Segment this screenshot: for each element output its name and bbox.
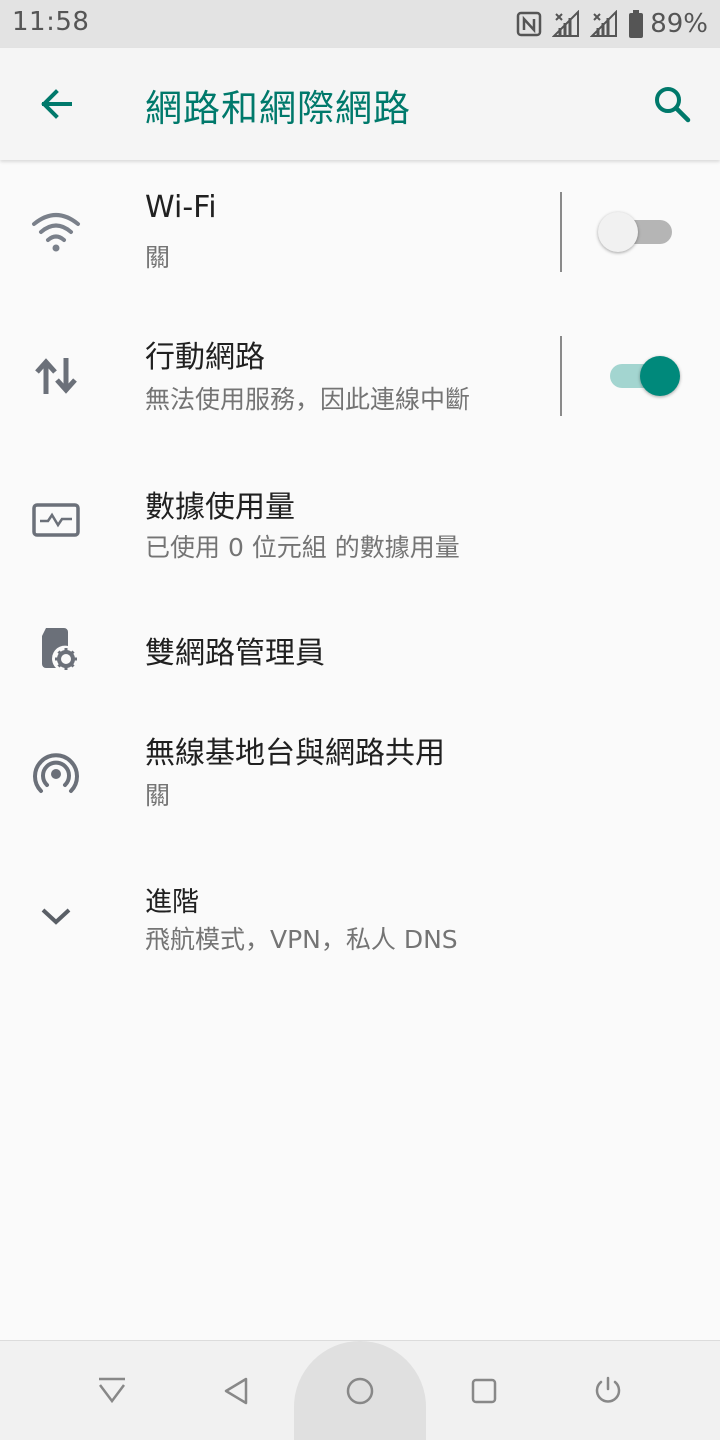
home-circle-icon <box>346 1377 374 1405</box>
notification-pull-button[interactable] <box>87 1366 137 1416</box>
status-icons: 89% <box>516 8 708 40</box>
battery-percent: 89% <box>650 9 708 39</box>
settings-item-title: 雙網路管理員 <box>145 636 325 671</box>
wifi-icon <box>28 204 84 260</box>
settings-item-subtitle: 已使用 0 位元組 的數據用量 <box>145 533 460 562</box>
mobile-data-arrows-icon <box>28 348 84 404</box>
app-bar: 網路和網際網路 <box>0 48 720 160</box>
settings-item-title: 無線基地台與網路共用 <box>145 736 445 771</box>
nav-back-button[interactable] <box>211 1366 261 1416</box>
wifi-toggle[interactable] <box>598 208 684 256</box>
mobile-network-toggle[interactable] <box>598 352 684 400</box>
hotspot-icon <box>28 746 84 802</box>
signal-sim1-icon <box>552 10 580 38</box>
settings-item-mobile-network[interactable]: 行動網路 無法使用服務，因此連線中斷 <box>0 304 720 446</box>
settings-item-title: 數據使用量 <box>145 490 295 525</box>
screen: 11:58 89% 網路和網際網路 Wi-Fi 關 行動網路 無法使用服務，因此… <box>0 0 720 1440</box>
search-icon <box>655 87 691 123</box>
settings-item-subtitle: 無法使用服務，因此連線中斷 <box>145 385 471 414</box>
data-usage-icon <box>28 492 84 548</box>
toggle-thumb <box>640 356 680 396</box>
notification-pull-icon <box>99 1377 125 1404</box>
back-triangle-icon <box>224 1377 248 1405</box>
signal-sim2-icon <box>590 10 618 38</box>
settings-item-title: 進階 <box>145 887 199 918</box>
navigation-bar <box>0 1340 720 1440</box>
battery-icon <box>628 10 644 38</box>
settings-item-dual-network-manager[interactable]: 雙網路管理員 <box>0 596 720 704</box>
toggle-thumb <box>598 212 638 252</box>
recents-square-icon <box>471 1378 497 1404</box>
settings-item-wifi[interactable]: Wi-Fi 關 <box>0 162 720 304</box>
divider <box>560 192 562 272</box>
settings-item-title: Wi-Fi <box>145 190 217 225</box>
back-button[interactable] <box>24 72 88 136</box>
settings-item-data-usage[interactable]: 數據使用量 已使用 0 位元組 的數據用量 <box>0 450 720 590</box>
sim-settings-icon <box>28 620 84 676</box>
settings-item-subtitle: 關 <box>145 243 171 272</box>
status-time: 11:58 <box>12 7 90 37</box>
nav-home-button[interactable] <box>335 1366 385 1416</box>
power-icon <box>595 1376 621 1403</box>
settings-item-advanced[interactable]: 進階 飛航模式，VPN，私人 DNS <box>0 856 720 976</box>
status-bar: 11:58 89% <box>0 0 720 48</box>
search-button[interactable] <box>640 72 704 136</box>
divider <box>560 336 562 416</box>
nav-recents-button[interactable] <box>459 1366 509 1416</box>
settings-item-title: 行動網路 <box>145 340 265 375</box>
nav-power-button[interactable] <box>583 1366 633 1416</box>
arrow-left-icon <box>41 89 72 119</box>
settings-item-hotspot-tethering[interactable]: 無線基地台與網路共用 關 <box>0 710 720 844</box>
settings-item-subtitle: 飛航模式，VPN，私人 DNS <box>145 925 458 954</box>
settings-item-subtitle: 關 <box>145 781 171 810</box>
chevron-down-icon <box>28 888 84 944</box>
page-title: 網路和網際網路 <box>145 87 411 130</box>
nfc-icon <box>516 11 542 37</box>
